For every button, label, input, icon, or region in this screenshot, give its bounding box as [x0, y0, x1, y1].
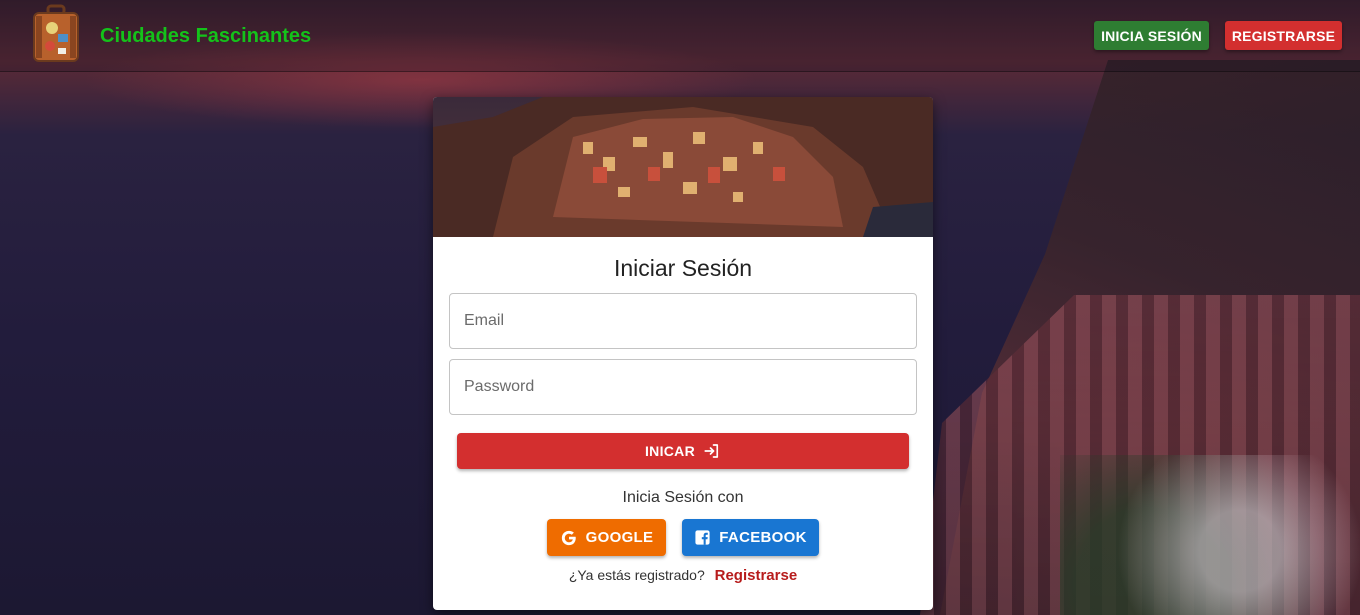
- city-banner-image: [433, 97, 933, 237]
- social-login-label: Inicia Sesión con: [622, 489, 744, 506]
- register-nav-button[interactable]: REGISTRARSE: [1225, 21, 1342, 50]
- register-link[interactable]: Registrarse: [715, 567, 798, 584]
- login-nav-button[interactable]: INICIA SESIÓN: [1094, 21, 1209, 50]
- facebook-label: FACEBOOK: [719, 529, 807, 546]
- google-login-button[interactable]: GOOGLE: [547, 519, 666, 556]
- login-title: Iniciar Sesión: [613, 255, 753, 281]
- google-icon: [560, 529, 578, 547]
- email-input[interactable]: [449, 293, 917, 349]
- facebook-login-button[interactable]: FACEBOOK: [682, 519, 819, 556]
- login-card: Iniciar Sesión INICAR Inicia Sesión con …: [433, 97, 933, 610]
- background-flowers: [1060, 455, 1360, 615]
- google-label: GOOGLE: [585, 529, 654, 546]
- login-submit-button[interactable]: INICAR: [457, 433, 909, 469]
- registered-question: ¿Ya estás registrado?: [568, 567, 705, 583]
- login-arrow-icon: [703, 442, 721, 460]
- register-prompt: ¿Ya estás registrado? Registrarse: [433, 567, 933, 584]
- facebook-icon: [694, 529, 711, 546]
- password-input[interactable]: [449, 359, 917, 415]
- suitcase-icon[interactable]: [28, 4, 84, 64]
- brand-title[interactable]: Ciudades Fascinantes: [100, 25, 311, 48]
- login-submit-label: INICAR: [644, 443, 696, 459]
- top-navbar: Ciudades Fascinantes INICIA SESIÓN REGIS…: [0, 0, 1360, 72]
